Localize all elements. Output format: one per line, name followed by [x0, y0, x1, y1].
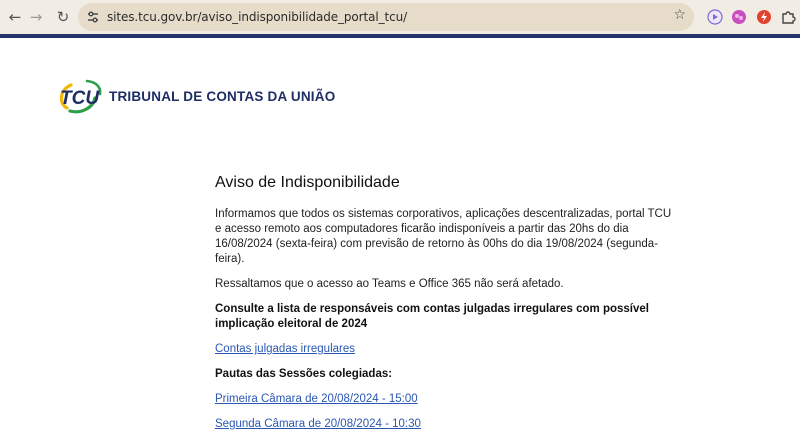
primeira-camara-link[interactable]: Primeira Câmara de 20/08/2024 - 15:00: [215, 392, 675, 407]
list-heading: Consulte a lista de responsáveis com con…: [215, 303, 649, 330]
segunda-camara-link[interactable]: Segunda Câmara de 20/08/2024 - 10:30: [215, 417, 675, 432]
address-bar[interactable]: sites.tcu.gov.br/aviso_indisponibilidade…: [78, 3, 694, 31]
notice-paragraph-2: Ressaltamos que o acesso ao Teams e Offi…: [215, 278, 564, 290]
page-title: Aviso de Indisponibilidade: [215, 174, 400, 191]
contas-julgadas-link[interactable]: Contas julgadas irregulares: [215, 342, 675, 357]
org-name: TRIBUNAL DE CONTAS DA UNIÃO: [109, 89, 336, 104]
forward-arrow-icon[interactable]: →: [24, 5, 48, 29]
extension-brain-icon[interactable]: [730, 8, 748, 26]
site-info-icon[interactable]: [84, 8, 102, 26]
notice-paragraph-1: Informamos que todos os sistemas corpora…: [215, 208, 672, 265]
header-accent-bar: [0, 34, 800, 38]
browser-toolbar: ← → ↻ sites.tcu.gov.br/aviso_indisponibi…: [0, 0, 800, 34]
extension-bolt-icon[interactable]: [755, 8, 773, 26]
extensions-puzzle-icon[interactable]: [779, 8, 797, 26]
reload-icon[interactable]: ↻: [51, 5, 75, 29]
url-text[interactable]: sites.tcu.gov.br/aviso_indisponibilidade…: [107, 10, 407, 24]
notice-content: Aviso de Indisponibilidade Informamos qu…: [215, 174, 675, 437]
extension-play-icon[interactable]: [706, 8, 724, 26]
logo-mark-text: TCU: [60, 88, 100, 109]
bookmark-star-icon[interactable]: ☆: [673, 7, 686, 23]
sessions-heading: Pautas das Sessões colegiadas:: [215, 368, 393, 380]
tcu-logo[interactable]: TCU: [57, 78, 103, 116]
